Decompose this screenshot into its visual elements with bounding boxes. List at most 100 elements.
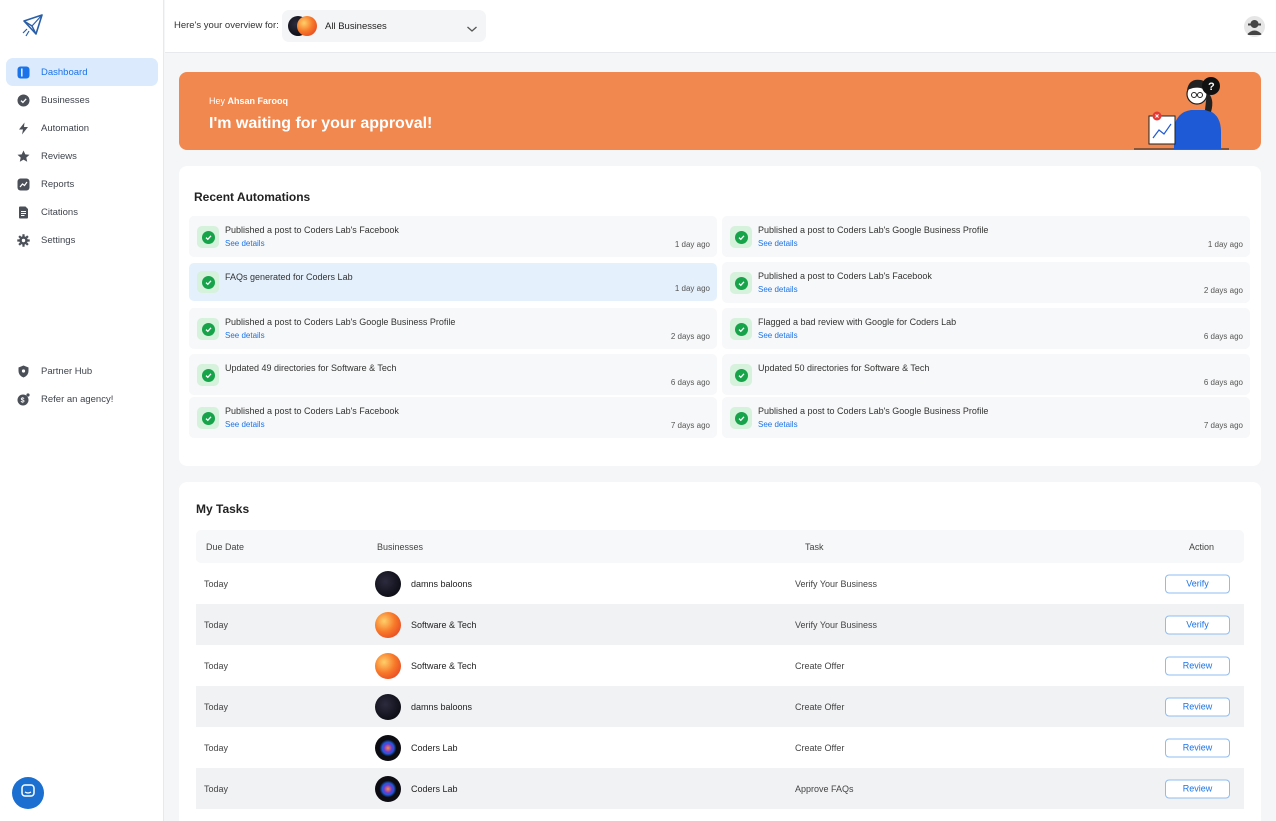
due-date-cell: Today xyxy=(204,578,229,589)
task-cell: Verify Your Business xyxy=(795,578,878,589)
success-check-icon xyxy=(197,271,219,293)
automation-item[interactable]: Published a post to Coders Lab's Faceboo… xyxy=(722,262,1250,303)
review-button[interactable]: Review xyxy=(1165,656,1230,675)
automation-item[interactable]: Updated 49 directories for Software & Te… xyxy=(189,354,717,395)
automation-time: 1 day ago xyxy=(674,240,710,249)
automation-text: Published a post to Coders Lab's Faceboo… xyxy=(225,406,399,416)
business-avatars xyxy=(288,16,318,36)
business-avatar xyxy=(375,693,401,720)
automation-item[interactable]: Published a post to Coders Lab's Faceboo… xyxy=(189,397,717,438)
automation-text: Flagged a bad review with Google for Cod… xyxy=(758,317,957,327)
success-check-icon xyxy=(730,364,752,386)
gift-icon: $ xyxy=(16,392,30,406)
automation-time: 6 days ago xyxy=(1203,332,1243,341)
automation-item[interactable]: Flagged a bad review with Google for Cod… xyxy=(722,308,1250,349)
business-select[interactable]: All Businesses xyxy=(282,10,486,42)
sidebar-item-settings[interactable]: Settings xyxy=(6,226,158,254)
success-check-icon xyxy=(197,364,219,386)
secondary-nav: Partner Hub $ Refer an agency! xyxy=(6,357,158,413)
review-button[interactable]: Review xyxy=(1165,738,1230,757)
chat-support-button[interactable] xyxy=(12,777,44,809)
table-row: Today Software & Tech Verify Your Busine… xyxy=(196,604,1244,645)
success-check-icon xyxy=(730,407,752,429)
banner-greeting: Hey Ahsan Farooq xyxy=(209,96,289,106)
recent-automations-card: Recent Automations Published a post to C… xyxy=(179,166,1261,466)
task-cell: Create Offer xyxy=(795,660,845,671)
task-cell: Create Offer xyxy=(795,701,845,712)
review-button[interactable]: Review xyxy=(1165,779,1230,798)
due-date-cell: Today xyxy=(204,742,229,753)
sidebar-item-reports[interactable]: Reports xyxy=(6,170,158,198)
banner-user-name: Ahsan Farooq xyxy=(227,96,289,106)
gear-icon xyxy=(16,233,30,247)
automation-item[interactable]: Published a post to Coders Lab's Google … xyxy=(189,308,717,349)
star-icon xyxy=(16,149,30,163)
automation-text: Published a post to Coders Lab's Google … xyxy=(758,225,989,235)
automation-text: Updated 50 directories for Software & Te… xyxy=(758,363,930,373)
chevron-down-icon xyxy=(466,21,478,39)
success-check-icon xyxy=(197,226,219,248)
sidebar-item-citations[interactable]: Citations xyxy=(6,198,158,226)
automation-text: Published a post to Coders Lab's Faceboo… xyxy=(225,225,399,235)
shield-icon xyxy=(16,364,30,378)
business-cell: Coders Lab xyxy=(375,734,458,761)
sidebar-item-label: Businesses xyxy=(41,94,90,106)
sidebar-item-dashboard[interactable]: Dashboard xyxy=(6,58,158,86)
see-details-link[interactable]: See details xyxy=(758,239,798,248)
sidebar-item-reviews[interactable]: Reviews xyxy=(6,142,158,170)
due-date-cell: Today xyxy=(204,619,229,630)
automation-text: Published a post to Coders Lab's Google … xyxy=(225,317,456,327)
automation-text: Updated 49 directories for Software & Te… xyxy=(225,363,397,373)
due-date-cell: Today xyxy=(204,701,229,712)
app-logo-icon[interactable] xyxy=(20,12,48,40)
automation-text: Published a post to Coders Lab's Google … xyxy=(758,406,989,416)
see-details-link[interactable]: See details xyxy=(758,331,798,340)
main-nav: Dashboard Businesses Automation Reviews … xyxy=(6,58,158,254)
success-check-icon xyxy=(730,272,752,294)
approval-banner: Hey Ahsan Farooq I'm waiting for your ap… xyxy=(179,72,1261,150)
automation-item[interactable]: Published a post to Coders Lab's Google … xyxy=(722,397,1250,438)
automation-item[interactable]: Published a post to Coders Lab's Faceboo… xyxy=(189,216,717,257)
see-details-link[interactable]: See details xyxy=(225,420,265,429)
review-button[interactable]: Review xyxy=(1165,697,1230,716)
see-details-link[interactable]: See details xyxy=(225,239,265,248)
chart-icon xyxy=(16,177,30,191)
see-details-link[interactable]: See details xyxy=(758,285,798,294)
automation-time: 2 days ago xyxy=(1203,286,1243,295)
sidebar-item-label: Dashboard xyxy=(41,66,88,78)
user-avatar[interactable] xyxy=(1244,16,1265,37)
automation-time: 7 days ago xyxy=(1203,421,1243,430)
sidebar-item-label: Partner Hub xyxy=(41,365,93,377)
column-header-action: Action xyxy=(1189,541,1215,552)
sidebar-item-partner-hub[interactable]: Partner Hub xyxy=(6,357,158,385)
table-row: Today damns baloons Create Offer Review xyxy=(196,686,1244,727)
business-cell: Software & Tech xyxy=(375,652,476,679)
automation-item[interactable]: FAQs generated for Coders Lab 1 day ago xyxy=(189,263,717,301)
table-header: Due Date Businesses Task Action xyxy=(196,530,1244,563)
automation-time: 1 day ago xyxy=(674,284,710,293)
automation-time: 7 days ago xyxy=(670,421,710,430)
document-icon xyxy=(16,205,30,219)
lightning-icon xyxy=(16,121,30,135)
recent-automations-title: Recent Automations xyxy=(194,190,311,204)
see-details-link[interactable]: See details xyxy=(758,420,798,429)
sidebar-item-label: Reports xyxy=(41,178,75,190)
sidebar-item-businesses[interactable]: Businesses xyxy=(6,86,158,114)
automation-text: FAQs generated for Coders Lab xyxy=(225,272,353,282)
waiting-person-illustration: ? xyxy=(1129,72,1259,150)
automation-item[interactable]: Published a post to Coders Lab's Google … xyxy=(722,216,1250,257)
sidebar-item-label: Refer an agency! xyxy=(41,393,114,405)
business-avatar xyxy=(375,734,401,761)
my-tasks-title: My Tasks xyxy=(196,502,250,516)
sidebar-item-label: Automation xyxy=(41,122,90,134)
sidebar-item-automation[interactable]: Automation xyxy=(6,114,158,142)
business-avatar xyxy=(375,775,401,802)
verify-button[interactable]: Verify xyxy=(1165,615,1230,634)
column-header-businesses: Businesses xyxy=(377,541,424,552)
business-select-value: All Businesses xyxy=(325,20,387,32)
automation-item[interactable]: Updated 50 directories for Software & Te… xyxy=(722,354,1250,395)
sidebar-item-refer[interactable]: $ Refer an agency! xyxy=(6,385,158,413)
see-details-link[interactable]: See details xyxy=(225,331,265,340)
verify-button[interactable]: Verify xyxy=(1165,574,1230,593)
business-cell: Coders Lab xyxy=(375,775,458,802)
